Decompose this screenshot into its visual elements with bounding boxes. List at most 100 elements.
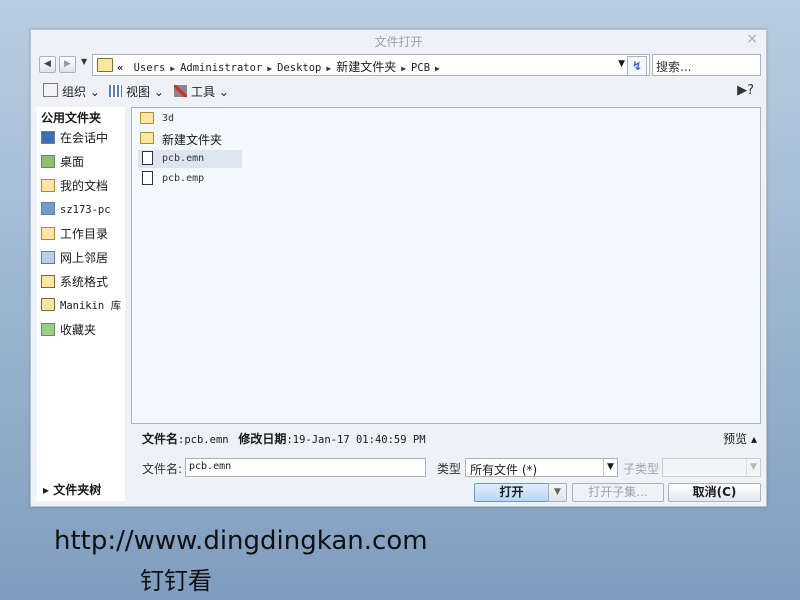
sidebar-item-label: 收藏夹 bbox=[60, 323, 97, 337]
library-icon bbox=[41, 298, 55, 311]
history-dropdown-icon[interactable]: ▼ bbox=[81, 57, 87, 66]
list-item[interactable]: 新建文件夹 bbox=[138, 130, 242, 148]
search-input[interactable]: 搜索... bbox=[652, 54, 761, 76]
sidebar-item-system-format[interactable]: 系统格式 bbox=[41, 273, 108, 290]
sidebar-item-label: 桌面 bbox=[60, 155, 85, 169]
navigation-row: ◀ ▶ ▼ « Users ▶ Administrator ▶ Desktop ▶ 新建文件… bbox=[31, 52, 766, 78]
subtype-label: 子类型 bbox=[623, 462, 660, 476]
type-label: 类型 bbox=[437, 462, 462, 476]
sidebar-item-desktop[interactable]: 桌面 bbox=[41, 153, 84, 170]
view-label: 视图 ⌄ bbox=[126, 85, 164, 99]
sidebar-item-label: 网上邻居 bbox=[60, 251, 109, 265]
folder-icon bbox=[140, 112, 154, 124]
sidebar-item-in-session[interactable]: 在会话中 bbox=[41, 129, 108, 146]
breadcrumb-administrator[interactable]: Administrator bbox=[180, 62, 262, 74]
address-dropdown-icon[interactable]: ▼ bbox=[618, 59, 625, 69]
breadcrumb-desktop[interactable]: Desktop bbox=[277, 62, 321, 74]
filename-row: 文件名: pcb.emn 类型 所有文件 (*) ▼ 子类型 ▼ bbox=[131, 458, 761, 480]
breadcrumb-pcb[interactable]: PCB bbox=[411, 62, 430, 74]
watermark-name: 钉钉看 bbox=[140, 567, 212, 595]
cancel-button[interactable]: 取消(C) bbox=[668, 483, 761, 502]
list-item[interactable]: pcb.emp bbox=[138, 170, 242, 188]
breadcrumb-prefix[interactable]: « bbox=[117, 62, 123, 74]
folder-icon bbox=[140, 132, 154, 144]
sidebar-item-manikin-library[interactable]: Manikin 库 bbox=[41, 298, 121, 313]
view-icon bbox=[109, 85, 122, 97]
sidebar-item-favorites[interactable]: 收藏夹 bbox=[41, 321, 96, 338]
open-button[interactable]: 打开 bbox=[474, 483, 549, 502]
file-icon bbox=[142, 151, 153, 165]
file-icon bbox=[142, 171, 153, 185]
breadcrumb: « Users ▶ Administrator ▶ Desktop ▶ 新建文件夹 ▶ PCB ▶ bbox=[117, 58, 445, 75]
back-arrow-icon[interactable]: ◀ bbox=[39, 56, 56, 73]
sidebar-item-my-documents[interactable]: 我的文档 bbox=[41, 177, 108, 194]
sidebar-item-label: sz173-pc bbox=[60, 204, 111, 216]
file-info-bar: 文件名:pcb.emn 修改日期:19-Jan-17 01:40:59 PM 预… bbox=[131, 427, 761, 447]
chevron-right-icon[interactable]: ▶ bbox=[326, 64, 331, 73]
computer-icon bbox=[41, 202, 55, 215]
info-filename-value: :pcb.emn bbox=[178, 434, 229, 446]
close-icon[interactable]: × bbox=[746, 31, 758, 47]
help-cursor-icon[interactable]: ▶? bbox=[737, 83, 754, 98]
address-bar[interactable]: « Users ▶ Administrator ▶ Desktop ▶ 新建文件夹 ▶ PCB ▶… bbox=[92, 54, 650, 76]
sidebar-item-working-directory[interactable]: 工作目录 bbox=[41, 225, 108, 242]
desktop-icon bbox=[41, 155, 55, 168]
file-name: 3d bbox=[162, 113, 175, 124]
sidebar-item-network[interactable]: 网上邻居 bbox=[41, 249, 108, 266]
file-name: pcb.emn bbox=[162, 153, 205, 164]
chevron-right-icon[interactable]: ▶ bbox=[170, 64, 175, 73]
list-item[interactable]: pcb.emn bbox=[138, 150, 242, 168]
sidebar-item-label: Manikin 库 bbox=[60, 300, 122, 312]
file-type-select[interactable]: 所有文件 (*) ▼ bbox=[465, 458, 618, 477]
chevron-right-icon[interactable]: ▶ bbox=[401, 64, 406, 73]
watermark-url: http://www.dingdingkan.com bbox=[54, 526, 428, 556]
forward-arrow-icon[interactable]: ▶ bbox=[59, 56, 76, 73]
file-type-value: 所有文件 (*) bbox=[470, 463, 538, 477]
title-bar: 文件打开 × bbox=[31, 30, 766, 52]
info-modified-value: :19-Jan-17 01:40:59 PM bbox=[286, 434, 426, 446]
file-open-dialog: 文件打开 × ◀ ▶ ▼ « Users ▶ Administrator ▶ Deskt… bbox=[30, 29, 767, 507]
chevron-right-icon[interactable]: ▶ bbox=[435, 64, 440, 73]
organize-icon bbox=[43, 83, 58, 97]
workdir-icon bbox=[41, 227, 55, 240]
list-item[interactable]: 3d bbox=[138, 110, 242, 128]
refresh-icon[interactable]: ↯ bbox=[627, 56, 647, 76]
filename-input[interactable]: pcb.emn bbox=[185, 458, 426, 477]
sidebar: 公用文件夹 在会话中 桌面 我的文档 sz173-pc 工作目录 网上邻居 系统… bbox=[37, 107, 125, 501]
sidebar-item-label: 系统格式 bbox=[60, 275, 109, 289]
action-buttons: 打开 ▼ 打开子集... 取消(C) bbox=[474, 483, 762, 503]
tools-icon bbox=[174, 85, 187, 97]
sidebar-item-label: 在会话中 bbox=[60, 131, 109, 145]
system-format-icon bbox=[41, 275, 55, 288]
file-name: pcb.emp bbox=[162, 173, 205, 184]
file-name: 新建文件夹 bbox=[162, 133, 223, 147]
sidebar-item-label: 工作目录 bbox=[60, 227, 109, 241]
tools-label: 工具 ⌄ bbox=[191, 85, 229, 99]
info-modified-label: 修改日期 bbox=[238, 432, 287, 446]
tools-menu[interactable]: 工具 ⌄ bbox=[174, 83, 229, 100]
organize-label: 组织 ⌄ bbox=[62, 85, 100, 99]
organize-menu[interactable]: 组织 ⌄ bbox=[43, 83, 100, 100]
open-options-dropdown[interactable]: ▼ bbox=[548, 483, 567, 502]
chevron-down-icon[interactable]: ▼ bbox=[746, 459, 760, 476]
folder-icon bbox=[97, 58, 113, 72]
open-subset-button[interactable]: 打开子集... bbox=[572, 483, 664, 502]
info-filename-label: 文件名 bbox=[142, 432, 179, 446]
sidebar-item-computer[interactable]: sz173-pc bbox=[41, 202, 111, 216]
subtype-select[interactable]: ▼ bbox=[662, 458, 761, 477]
toolbar: 组织 ⌄ 视图 ⌄ 工具 ⌄ ▶? bbox=[31, 80, 766, 104]
folder-tree-toggle[interactable]: ▸ 文件夹树 bbox=[43, 481, 101, 498]
chevron-down-icon[interactable]: ▼ bbox=[603, 459, 617, 476]
file-list-pane[interactable]: 3d 新建文件夹 pcb.emn pcb.emp bbox=[131, 107, 761, 424]
session-icon bbox=[41, 131, 55, 144]
dialog-title: 文件打开 bbox=[374, 35, 423, 49]
sidebar-heading: 公用文件夹 bbox=[41, 111, 102, 125]
network-icon bbox=[41, 251, 55, 264]
preview-toggle[interactable]: 预览 ▴ bbox=[723, 430, 757, 447]
chevron-right-icon[interactable]: ▶ bbox=[267, 64, 272, 73]
file-info-text: 文件名:pcb.emn 修改日期:19-Jan-17 01:40:59 PM bbox=[142, 430, 426, 447]
view-menu[interactable]: 视图 ⌄ bbox=[109, 83, 164, 100]
sidebar-item-label: 我的文档 bbox=[60, 179, 109, 193]
breadcrumb-users[interactable]: Users bbox=[134, 62, 166, 74]
breadcrumb-new-folder[interactable]: 新建文件夹 bbox=[336, 60, 396, 74]
